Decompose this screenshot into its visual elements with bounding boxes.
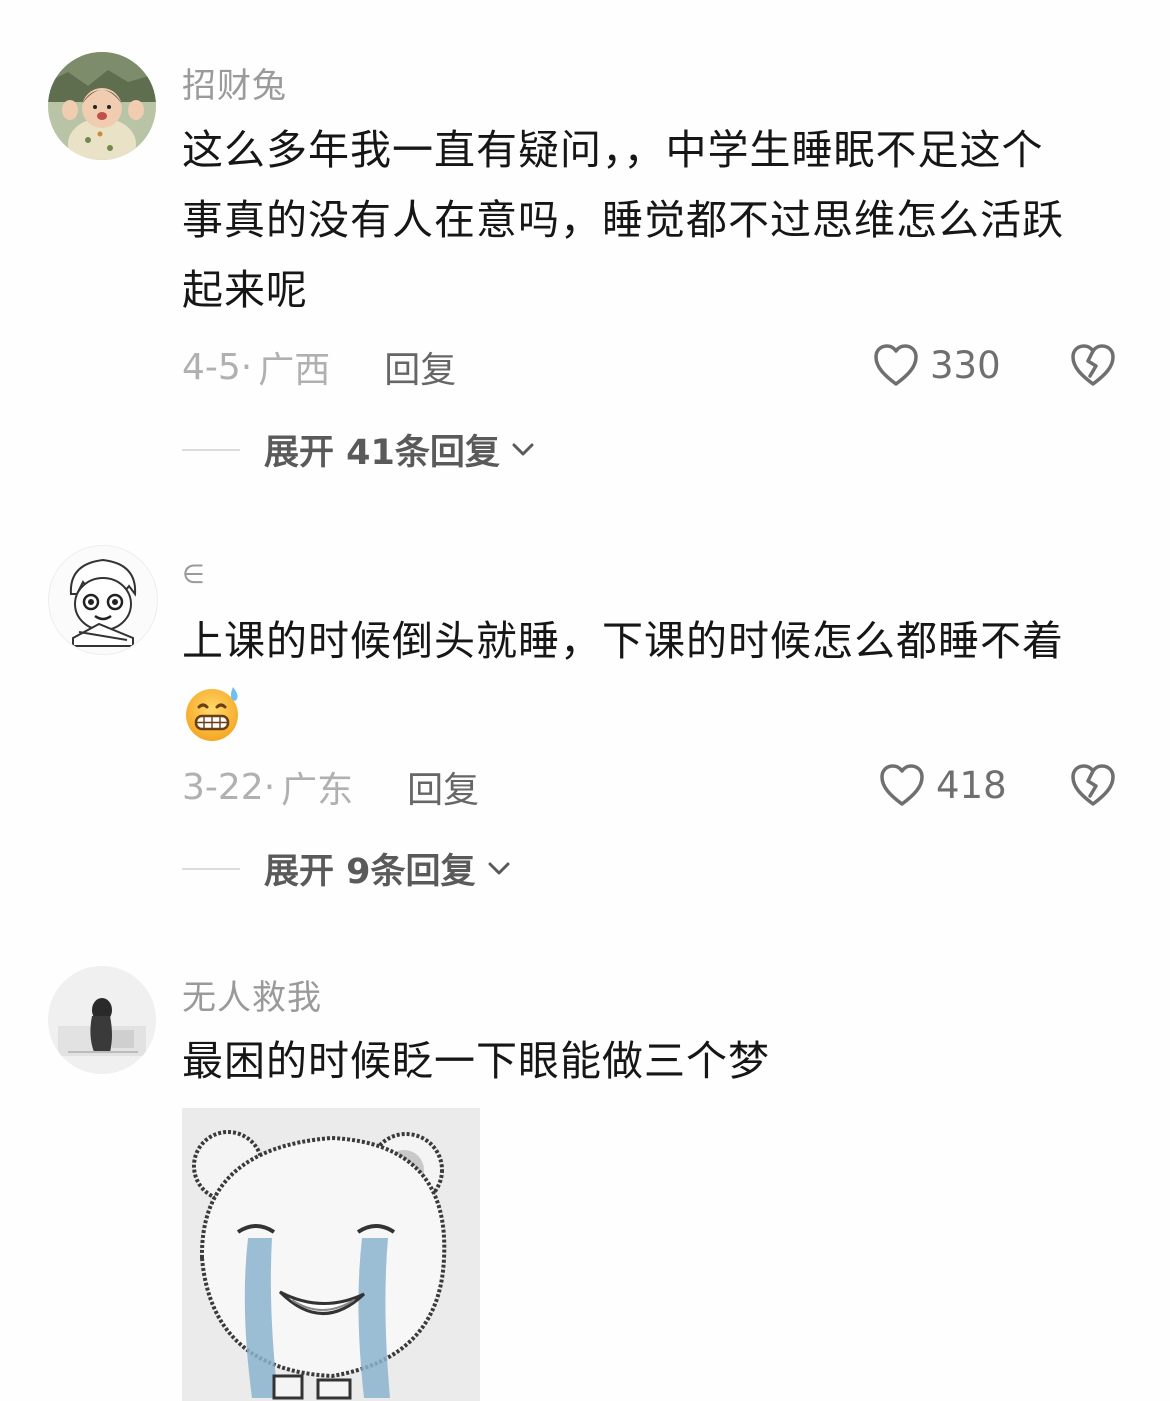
divider <box>182 448 240 451</box>
reply-button[interactable]: 回复 <box>407 761 479 813</box>
comment-text-line: 起来呢 <box>182 266 308 314</box>
reply-button[interactable]: 回复 <box>384 341 456 393</box>
broken-heart-icon <box>1071 764 1115 806</box>
expand-replies-button[interactable]: 展开 9条回复 <box>182 843 510 894</box>
dislike-button[interactable] <box>1068 342 1118 392</box>
comment-text-line: 事真的没有人在意吗，睡觉都不过思维怎么活跃 <box>182 196 1064 244</box>
comment-location: 广西 <box>258 350 331 391</box>
like-count: 418 <box>936 763 1007 807</box>
comment-text-line: 上课的时候倒头就睡，下课的时候怎么都睡不着 <box>182 617 1064 665</box>
expand-replies-label: 展开 41条回复 <box>264 433 500 473</box>
expand-replies-label: 展开 9条回复 <box>264 852 476 892</box>
avatar[interactable] <box>48 52 156 160</box>
like-count: 330 <box>930 343 1001 387</box>
avatar[interactable] <box>48 545 158 655</box>
username[interactable]: 招财兔 <box>182 58 287 107</box>
comment-location: 广东 <box>281 770 354 811</box>
comment-text: 这么多年我一直有疑问，，中学生睡眠不足这个 事真的没有人在意吗，睡觉都不过思维怎… <box>182 115 1122 325</box>
dislike-button[interactable] <box>1068 762 1118 812</box>
comment-meta: 4-5· 广西 回复 <box>182 342 456 392</box>
crying-bear-sticker[interactable] <box>182 1108 480 1401</box>
heart-outline-icon <box>880 764 924 806</box>
comment-date: 4-5· <box>182 346 253 388</box>
username[interactable]: ∈ <box>182 560 206 590</box>
heart-outline-icon <box>874 344 918 386</box>
like-button[interactable]: 418 <box>878 762 1007 808</box>
broken-heart-icon <box>1071 344 1115 386</box>
chevron-down-icon <box>488 862 510 874</box>
divider <box>182 867 240 870</box>
comment-text-line: 这么多年我一直有疑问，，中学生睡眠不足这个 <box>182 126 1044 174</box>
username[interactable]: 无人救我 <box>182 970 322 1019</box>
comment-date: 3-22· <box>182 766 276 808</box>
comment-text-line: 最困的时候眨一下眼能做三个梦 <box>182 1037 770 1085</box>
avatar[interactable] <box>48 966 156 1074</box>
comment-meta: 3-22· 广东 回复 <box>182 762 479 812</box>
expand-replies-button[interactable]: 展开 41条回复 <box>182 424 534 475</box>
grinning-sweat-emoji <box>183 685 243 747</box>
comment-text: 最困的时候眨一下眼能做三个梦 <box>182 1026 1122 1096</box>
chevron-down-icon <box>512 443 534 455</box>
comment-text: 上课的时候倒头就睡，下课的时候怎么都睡不着 <box>182 606 1122 676</box>
like-button[interactable]: 330 <box>872 342 1001 388</box>
